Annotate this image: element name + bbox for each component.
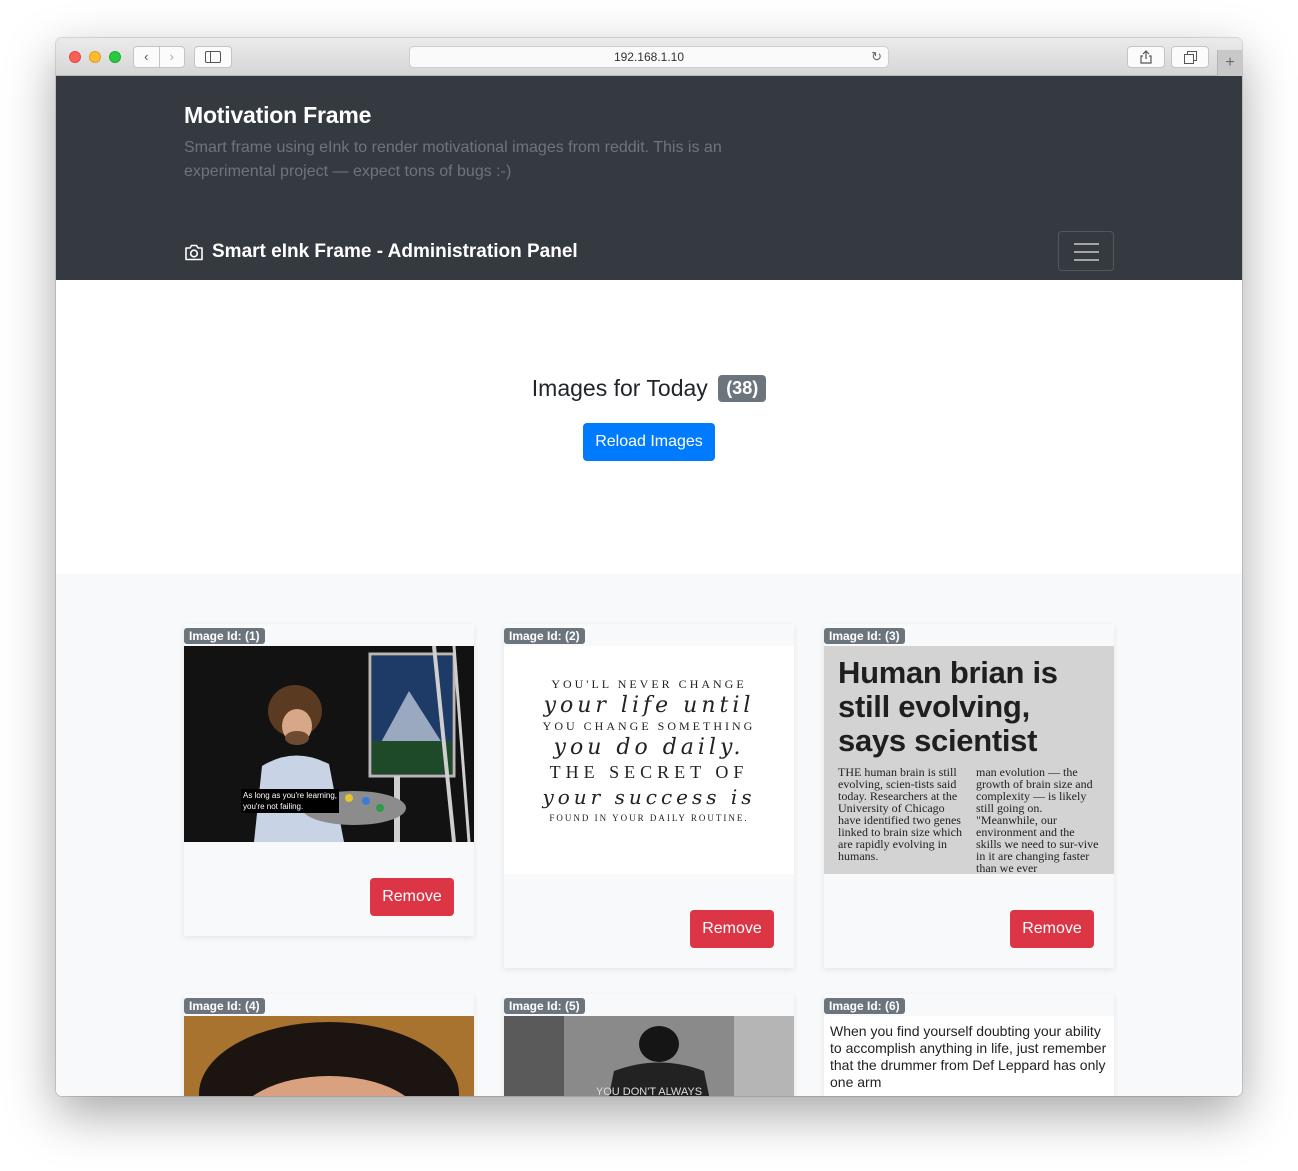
reload-page-icon[interactable]: ↻	[871, 49, 882, 65]
image-gallery: Image Id: (1) As long as you're learning…	[56, 574, 1242, 1096]
image-preview	[184, 1016, 474, 1096]
quote-line: you do daily.	[553, 735, 745, 760]
image-card: Image Id: (2) YOU'LL NEVER CHANGE your l…	[504, 624, 794, 968]
newspaper-column: THE human brain is still evolving, scien…	[838, 765, 962, 863]
image-card: Image Id: (6) When you find yourself dou…	[824, 994, 1114, 1096]
show-tabs-button[interactable]	[1171, 46, 1209, 68]
image-id-badge: Image Id: (1)	[184, 628, 265, 644]
navbar-brand[interactable]: Smart eInk Frame - Administration Panel	[184, 241, 578, 263]
image-id-badge: Image Id: (6)	[824, 998, 905, 1014]
page-title: Images for Today (38)	[56, 375, 1242, 403]
tabs-icon	[1183, 50, 1197, 64]
subtitle-line: you're not failing.	[243, 802, 304, 811]
image-preview: As long as you're learning, you're not f…	[184, 646, 474, 842]
remove-button[interactable]: Remove	[690, 910, 774, 948]
minimize-window-button[interactable]	[89, 51, 101, 63]
image-id-badge: Image Id: (2)	[504, 628, 585, 644]
navbar-toggler-button[interactable]	[1058, 231, 1114, 271]
browser-window: ‹ › 192.168.1.10 ↻ + Motivation Frame Sm…	[56, 38, 1242, 1096]
quote-line: FOUND IN YOUR DAILY ROUTINE.	[549, 813, 749, 823]
image-count-badge: (38)	[718, 375, 767, 403]
quote-line: your success is	[542, 785, 756, 809]
image-id-badge: Image Id: (3)	[824, 628, 905, 644]
page-title-text: Images for Today	[531, 375, 708, 401]
runner-photo	[504, 1016, 794, 1096]
url-text: 192.168.1.10	[613, 50, 685, 64]
zoom-window-button[interactable]	[109, 51, 121, 63]
back-icon[interactable]: ‹	[134, 47, 160, 67]
share-button[interactable]	[1127, 46, 1165, 68]
page-content: Motivation Frame Smart frame using eInk …	[56, 76, 1242, 1096]
image-id-badge: Image Id: (4)	[184, 998, 265, 1014]
reload-images-button[interactable]: Reload Images	[583, 423, 715, 461]
hamburger-icon	[1074, 243, 1099, 245]
newspaper-headline: Human brian is still evolving, says scie…	[838, 655, 1058, 758]
image-card: Image Id: (5) YOU DON'T ALWAYS	[504, 994, 794, 1096]
forward-icon[interactable]: ›	[160, 47, 185, 67]
image-card: Image Id: (1) As long as you're learning…	[184, 624, 474, 936]
history-nav: ‹ ›	[133, 46, 185, 68]
close-window-button[interactable]	[69, 51, 81, 63]
image-id-badge: Image Id: (5)	[504, 998, 585, 1014]
quote-line: YOU'LL NEVER CHANGE	[551, 677, 747, 691]
share-icon	[1140, 50, 1152, 64]
address-bar[interactable]: 192.168.1.10 ↻	[409, 46, 889, 68]
painter-photo	[184, 646, 474, 842]
site-header: Motivation Frame Smart frame using eInk …	[56, 76, 1242, 280]
hamburger-icon-bar	[1074, 259, 1099, 261]
image-preview: Human brian is still evolving, says scie…	[824, 646, 1114, 874]
brand-label: Smart eInk Frame - Administration Panel	[212, 241, 578, 262]
quote-line: YOU CHANGE SOMETHING	[542, 719, 756, 733]
plus-icon: +	[1225, 54, 1235, 71]
hamburger-icon-bar	[1074, 251, 1099, 253]
new-tab-button[interactable]: +	[1217, 50, 1242, 76]
image-card: Image Id: (3) Human brian is still evolv…	[824, 624, 1114, 968]
site-description: Smart frame using eInk to render motivat…	[184, 139, 722, 180]
camera-icon	[185, 244, 203, 260]
image-preview: YOU'LL NEVER CHANGE your life until YOU …	[504, 646, 794, 874]
newspaper-column: man evolution — the growth of brain size…	[976, 765, 1099, 874]
image-preview: YOU DON'T ALWAYS	[504, 1016, 794, 1096]
remove-button[interactable]: Remove	[370, 878, 454, 916]
video-subtitle: As long as you're learning, you're not f…	[243, 790, 337, 812]
quote-line: your life until	[543, 693, 755, 718]
jumbotron: Images for Today (38) Reload Images	[56, 280, 1242, 574]
image-card: Image Id: (4)	[184, 994, 474, 1096]
newspaper-body: THE human brain is still evolving, scien…	[838, 766, 1100, 874]
sidebar-toggle-button[interactable]	[194, 46, 232, 68]
sidebar-icon	[205, 51, 221, 63]
site-title: Motivation Frame	[184, 102, 372, 128]
portrait-photo	[184, 1016, 474, 1096]
title-bar: ‹ › 192.168.1.10 ↻ +	[56, 38, 1242, 76]
image-preview: When you find yourself doubting your abi…	[824, 1016, 1114, 1096]
shirt-text: YOU DON'T ALWAYS	[595, 1086, 703, 1096]
remove-button[interactable]: Remove	[1010, 910, 1094, 948]
subtitle-line: As long as you're learning,	[243, 791, 338, 800]
quote-line: THE SECRET OF	[549, 762, 749, 782]
